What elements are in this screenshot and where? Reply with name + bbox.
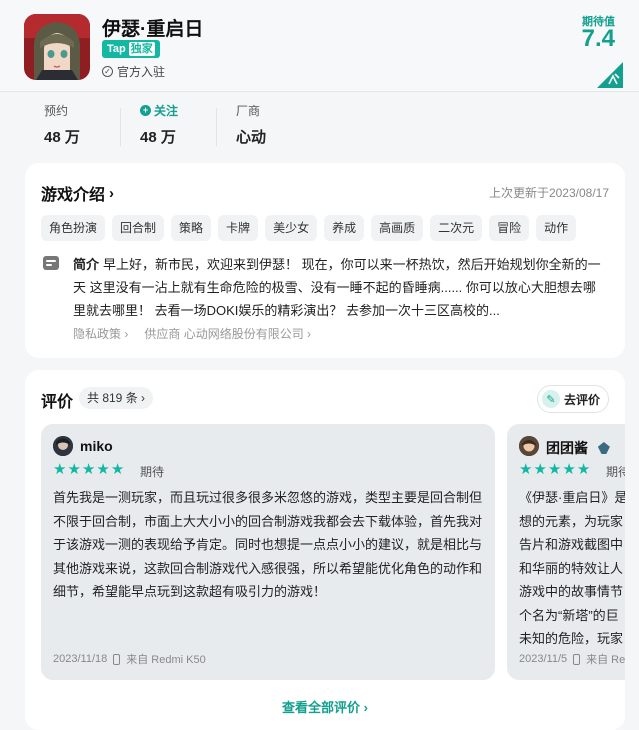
chevron-right-icon: › bbox=[109, 184, 115, 202]
review-device: 来自 Redmi K70 bbox=[586, 654, 625, 666]
star-rating: ★ ★ ★ ★ ★ bbox=[53, 462, 124, 478]
follow-plus-icon: + bbox=[140, 104, 151, 116]
review-date: 2023/11/5 bbox=[519, 653, 568, 665]
ranking-badge-icon bbox=[597, 62, 623, 88]
privacy-label: 隐私政策 bbox=[73, 327, 122, 341]
review-line: 告片和游戏截图中 bbox=[519, 537, 624, 552]
game-intro-card: 游戏介绍 › 上次更新于2023/08/17 角色扮演 回合制 策略 卡牌 美少… bbox=[25, 163, 625, 358]
stat-label: 预约 bbox=[44, 103, 69, 118]
stat-label: 厂商 bbox=[236, 103, 261, 118]
stat-value: 48 万 bbox=[140, 129, 176, 146]
review-line: 想的元素，为玩家 bbox=[519, 513, 624, 529]
app-header: 伊瑟·重启日 Tap 独家 ✓ 官方入驻 期待值 7.4 bbox=[0, 0, 639, 92]
tag[interactable]: 养成 bbox=[324, 215, 365, 241]
tag[interactable]: 角色扮演 bbox=[41, 215, 106, 241]
tag[interactable]: 冒险 bbox=[489, 215, 530, 241]
star-icon: ★ bbox=[547, 461, 562, 478]
star-icon: ★ bbox=[81, 461, 96, 478]
reviewer-name[interactable]: miko bbox=[80, 438, 113, 454]
tag[interactable]: 高画质 bbox=[371, 215, 424, 241]
star-icon: ★ bbox=[96, 461, 110, 478]
review-body: 首先我是一测玩家，而且玩过很多很多米忽悠的游戏，类型主要是回合制但不限于回合制，… bbox=[53, 490, 483, 599]
review-tag: 期待 bbox=[140, 465, 165, 479]
supplier-label: 供应商 心动网络股份有限公司 bbox=[144, 327, 304, 341]
rating-value: 7.4 bbox=[581, 25, 615, 52]
tag[interactable]: 卡牌 bbox=[218, 215, 259, 241]
star-icon: ★ bbox=[562, 461, 576, 478]
review-count: 共 819 条 bbox=[87, 391, 138, 405]
tag[interactable]: 策略 bbox=[171, 215, 212, 241]
summary-label: 简介 bbox=[73, 257, 100, 272]
privacy-policy-link[interactable]: 隐私政策 › bbox=[73, 325, 128, 342]
review-line: 游戏中的故事情节 bbox=[519, 584, 624, 599]
reviewer-name-text: 团团酱 bbox=[546, 440, 588, 456]
tap-badge-label: Tap bbox=[107, 43, 126, 55]
tap-badge-sub: 独家 bbox=[128, 42, 155, 56]
app-icon[interactable] bbox=[24, 14, 90, 80]
tag[interactable]: 动作 bbox=[536, 215, 577, 241]
tag[interactable]: 二次元 bbox=[430, 215, 483, 241]
star-icon: ★ bbox=[519, 461, 533, 478]
reviewer-name[interactable]: 团团酱 bbox=[546, 438, 610, 458]
official-label: 官方入驻 bbox=[117, 65, 166, 79]
write-review-button[interactable]: ✎ 去评价 bbox=[536, 385, 609, 413]
review-meta: 2023/11/5 来自 Redmi K70 bbox=[519, 651, 625, 667]
edit-icon: ✎ bbox=[541, 390, 560, 408]
tag-list: 角色扮演 回合制 策略 卡牌 美少女 养成 高画质 二次元 冒险 动作 bbox=[41, 215, 577, 241]
tag[interactable]: 回合制 bbox=[112, 215, 165, 241]
stat-developer[interactable]: 厂商 心动 bbox=[216, 100, 312, 152]
see-all-reviews-link[interactable]: 查看全部评价 › bbox=[25, 697, 625, 716]
review-date: 2023/11/18 bbox=[53, 653, 108, 665]
write-review-label: 去评价 bbox=[563, 392, 600, 407]
see-all-label: 查看全部评价 bbox=[282, 700, 361, 715]
stat-follow[interactable]: + 关注 48 万 bbox=[120, 100, 216, 152]
star-rating: ★ ★ ★ ★ ★ bbox=[519, 462, 590, 478]
intro-title: 游戏介绍 bbox=[41, 187, 106, 204]
star-icon: ★ bbox=[576, 461, 591, 478]
star-icon: ★ bbox=[53, 461, 67, 478]
official-verified: ✓ 官方入驻 bbox=[102, 63, 165, 80]
avatar[interactable] bbox=[519, 436, 539, 456]
stats-row: 预约 48 万 + 关注 48 万 厂商 心动 bbox=[24, 100, 312, 152]
review-line: 和华丽的特效让人 bbox=[519, 560, 624, 576]
summary-icon bbox=[43, 256, 59, 270]
follow-label-row: + 关注 bbox=[140, 100, 216, 120]
reviews-title: 评价 bbox=[41, 394, 74, 411]
review-count-pill[interactable]: 共 819 条 › bbox=[79, 387, 154, 409]
stat-label: 关注 bbox=[154, 103, 179, 118]
app-title: 伊瑟·重启日 bbox=[102, 19, 204, 40]
avatar[interactable] bbox=[53, 436, 73, 456]
review-line: 未知的危险，玩家 bbox=[519, 631, 624, 646]
review-device: 来自 Redmi K50 bbox=[126, 654, 206, 666]
review-card[interactable]: miko ★ ★ ★ ★ ★ 期待 首先我是一测玩家，而且玩过很多很多米忽悠的游… bbox=[41, 424, 495, 680]
phone-icon bbox=[113, 653, 121, 665]
summary-text[interactable]: 简介 早上好，新市民，欢迎来到伊瑟！ 现在，你可以来一杯热饮，然后开始规划你全新的… bbox=[73, 253, 603, 322]
stat-value: 心动 bbox=[236, 129, 267, 146]
phone-icon bbox=[573, 653, 581, 665]
stat-reservations: 预约 48 万 bbox=[24, 100, 120, 152]
reviews-card: 评价 共 819 条 › ✎ 去评价 miko ★ ★ ★ ★ ★ 期待 首先我… bbox=[25, 370, 625, 730]
review-tag: 期待 bbox=[606, 465, 625, 479]
star-icon: ★ bbox=[67, 461, 81, 478]
star-icon: ★ bbox=[533, 461, 547, 478]
review-line: 个名为“新塔”的巨 bbox=[519, 607, 619, 623]
stat-value: 48 万 bbox=[44, 129, 80, 146]
review-line: 《伊瑟·重启日》是 bbox=[519, 490, 625, 505]
check-circle-icon: ✓ bbox=[102, 66, 113, 77]
review-body: 《伊瑟·重启日》是 想的元素，为玩家 告片和游戏截图中 和华丽的特效让人 游戏中… bbox=[519, 486, 625, 651]
intro-title-link[interactable]: 游戏介绍 › bbox=[41, 181, 114, 205]
supplier-link[interactable]: 供应商 心动网络股份有限公司 › bbox=[144, 325, 311, 342]
star-icon: ★ bbox=[110, 461, 125, 478]
user-badge-icon bbox=[597, 442, 610, 454]
review-card[interactable]: 团团酱 ★ ★ ★ ★ ★ 期待 《伊瑟·重启日》是 想的元素，为玩家 告片和游… bbox=[507, 424, 625, 680]
intro-links: 隐私政策 › 供应商 心动网络股份有限公司 › bbox=[73, 325, 311, 342]
last-updated: 上次更新于2023/08/17 bbox=[488, 186, 609, 200]
tag[interactable]: 美少女 bbox=[265, 215, 318, 241]
review-meta: 2023/11/18 来自 Redmi K50 bbox=[53, 651, 206, 667]
tap-exclusive-badge: Tap 独家 bbox=[102, 40, 160, 58]
summary-body: 早上好，新市民，欢迎来到伊瑟！ 现在，你可以来一杯热饮，然后开始规划你全新的一天… bbox=[73, 257, 601, 318]
